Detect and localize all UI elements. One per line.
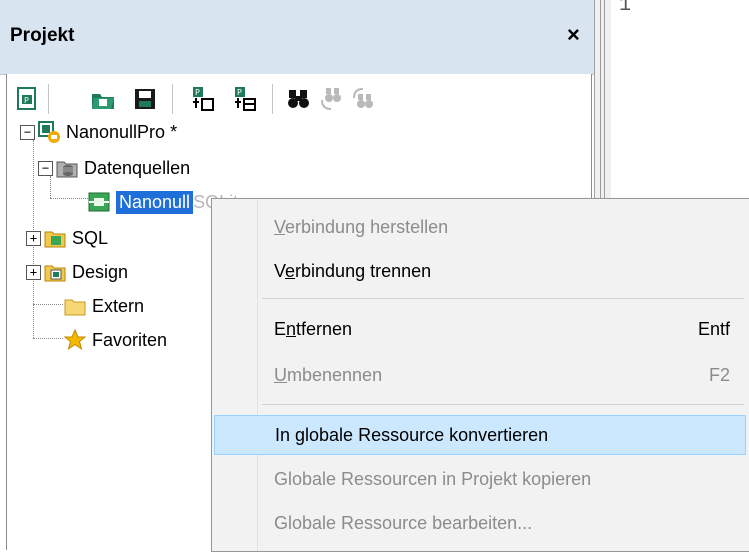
panel-header: Projekt × <box>0 0 594 75</box>
expand-toggle[interactable]: + <box>26 230 41 246</box>
menu-item-copy-global[interactable]: Globale Ressourcen in Projekt kopieren <box>214 459 746 499</box>
tree-item-favorites[interactable]: Favoriten <box>63 325 168 355</box>
menu-item-label: Verbindung herstellen <box>274 216 449 237</box>
svg-text:P: P <box>195 88 200 97</box>
collapse-toggle[interactable]: − <box>20 124 35 140</box>
save-project-icon[interactable] <box>132 86 158 112</box>
menu-separator <box>262 404 744 405</box>
find-icon[interactable] <box>286 86 312 112</box>
tree-item-label: Extern <box>92 295 145 316</box>
find-prev-icon <box>350 86 376 112</box>
menu-item-label: Entfernen <box>274 318 353 339</box>
toolbar-separator <box>48 84 49 114</box>
svg-text:P: P <box>237 88 242 97</box>
tree-item-label: Datenquellen <box>84 157 191 178</box>
tree-item-root[interactable]: − NanonullPro * <box>20 117 177 147</box>
find-next-icon <box>318 86 344 112</box>
menu-item-connect[interactable]: Verbindung herstellen <box>214 207 746 247</box>
menu-item-label: Verbindung trennen <box>274 260 432 281</box>
design-folder-icon <box>44 261 66 283</box>
folder-icon <box>64 295 86 317</box>
menu-item-rename[interactable]: Umbenennen F2 <box>214 355 746 395</box>
panel-title: Projekt <box>10 25 75 46</box>
close-icon[interactable]: × <box>567 22 580 48</box>
tree-item-label: NanonullPro * <box>66 121 178 142</box>
collapse-toggle[interactable]: − <box>38 160 53 176</box>
tree-item-label: Favoriten <box>92 329 168 350</box>
tree-item-design[interactable]: + Design <box>26 257 128 287</box>
tree-item-extern[interactable]: Extern <box>64 291 144 321</box>
star-icon <box>63 328 87 351</box>
add-folder-icon[interactable]: P <box>232 86 258 112</box>
menu-shortcut: F2 <box>708 364 730 385</box>
context-menu: Verbindung herstellen Verbindung trennen… <box>211 198 749 552</box>
tree-connector <box>33 304 63 305</box>
toolbar-separator <box>272 84 273 114</box>
menu-item-convert-global[interactable]: In globale Ressource konvertieren <box>214 415 746 455</box>
line-number: 1 <box>619 0 632 17</box>
sql-folder-icon <box>44 227 66 249</box>
datasource-folder-icon <box>56 157 78 179</box>
toolbar-separator <box>172 84 173 114</box>
tree-item-sql[interactable]: + SQL <box>26 223 108 253</box>
open-project-icon[interactable] <box>90 86 116 112</box>
menu-separator <box>262 298 744 299</box>
menu-item-label: Globale Ressource bearbeiten... <box>274 512 533 533</box>
new-project-icon[interactable]: P <box>14 86 40 112</box>
menu-item-disconnect[interactable]: Verbindung trennen <box>214 251 746 291</box>
menu-item-label: In globale Ressource konvertieren <box>275 424 549 445</box>
tree-item-datasources[interactable]: − Datenquellen <box>38 153 190 183</box>
menu-shortcut: Entf <box>697 318 730 339</box>
menu-item-remove[interactable]: Entfernen Entf <box>214 309 746 349</box>
tree-connector <box>33 338 63 339</box>
sqlite-connection-icon <box>88 191 110 213</box>
svg-text:P: P <box>24 96 29 105</box>
menu-item-edit-global[interactable]: Globale Ressource bearbeiten... <box>214 503 746 543</box>
tree-item-label: Design <box>72 261 129 282</box>
tree-item-label: SQL <box>72 227 109 248</box>
add-file-icon[interactable]: P <box>190 86 216 112</box>
expand-toggle[interactable]: + <box>26 264 41 280</box>
menu-item-label: Umbenennen <box>274 364 383 385</box>
tree-item-label-selected: Nanonull <box>116 190 194 214</box>
menu-item-label: Globale Ressourcen in Projekt kopieren <box>274 468 592 489</box>
tree-connector <box>50 198 90 199</box>
project-icon <box>38 121 60 143</box>
